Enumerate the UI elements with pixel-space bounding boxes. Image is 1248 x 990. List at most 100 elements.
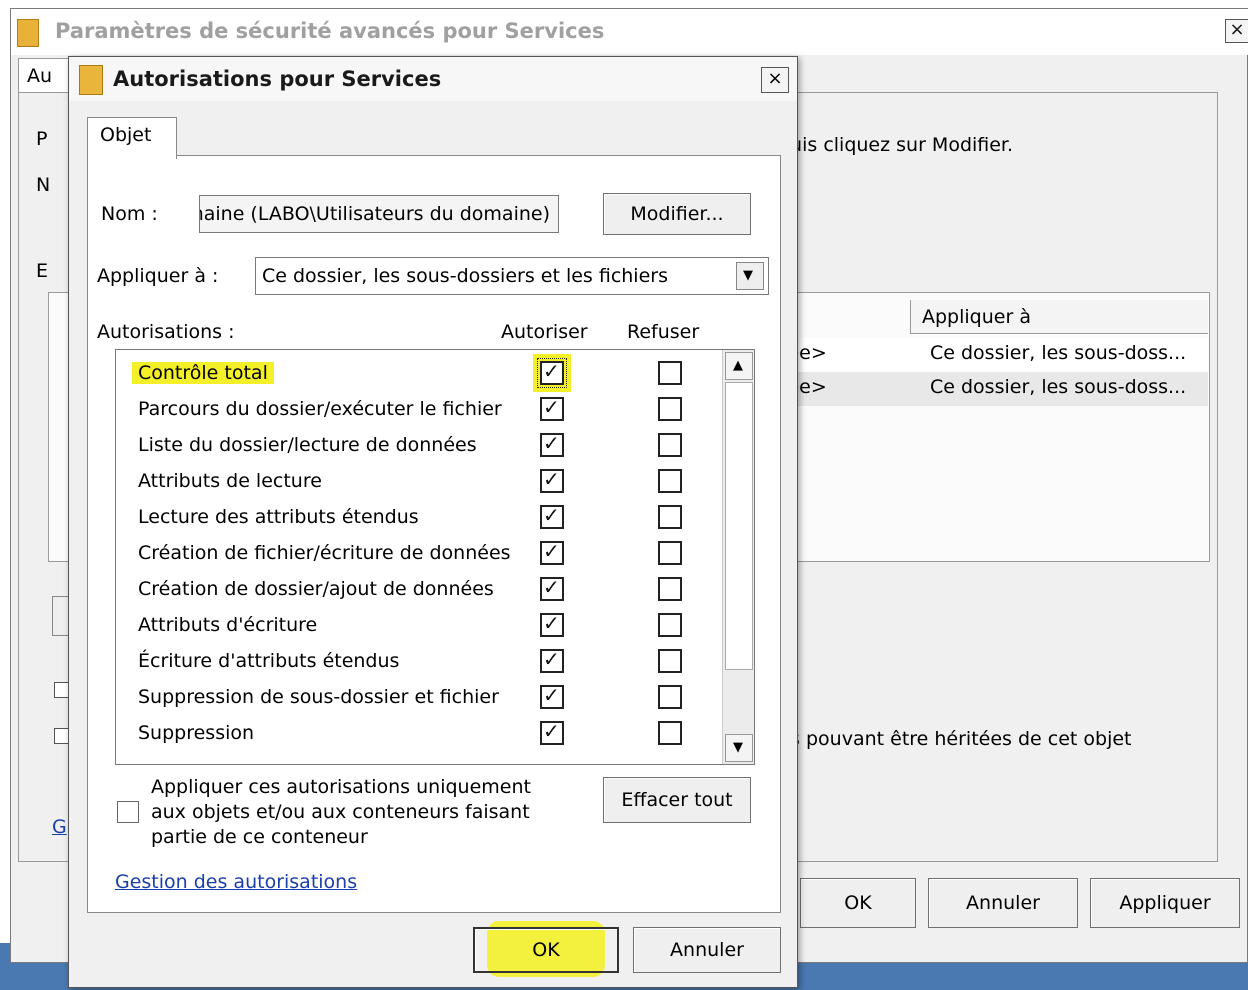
folder-icon [17, 19, 39, 47]
row-apply-to: Ce dossier, les sous-doss... [930, 376, 1187, 398]
scroll-down-button[interactable]: ▼ [725, 734, 753, 762]
scrollbar[interactable]: ▲ ▼ [722, 350, 754, 764]
deny-checkbox[interactable] [658, 577, 682, 601]
allow-checkbox[interactable]: ✓ [540, 647, 564, 673]
permission-row[interactable]: Création de dossier/ajout de données ✓ [116, 572, 726, 608]
back-tab-label: Au [27, 65, 53, 87]
check-icon: ✓ [543, 467, 560, 491]
clear-all-label: Effacer tout [621, 789, 733, 811]
deny-checkbox[interactable] [658, 721, 682, 745]
tab-objet[interactable]: Objet [87, 117, 177, 159]
allow-checkbox[interactable]: ✓ [540, 503, 564, 529]
clear-all-button[interactable]: Effacer tout [603, 777, 751, 823]
permissions-dialog: Autorisations pour Services × Objet Nom … [68, 56, 798, 988]
inherit-checkbox-label: ns pouvant être héritées de cet objet [778, 728, 1132, 750]
check-icon: ✓ [543, 647, 560, 671]
deny-checkbox[interactable] [658, 685, 682, 709]
permission-label: Création de dossier/ajout de données [138, 578, 494, 600]
allow-checkbox[interactable]: ✓ [540, 611, 564, 637]
deny-checkbox[interactable] [658, 433, 682, 457]
back-apply-label: Appliquer [1119, 892, 1211, 914]
column-deny: Refuser [627, 321, 700, 343]
name-field[interactable]: omaine (LABO\Utilisateurs du domaine) [199, 195, 559, 233]
deny-checkbox[interactable] [658, 397, 682, 421]
apply-only-label: Appliquer ces autorisations uniquement a… [151, 776, 531, 848]
permission-label: Écriture d'attributs étendus [138, 650, 400, 672]
check-icon: ✓ [543, 719, 560, 743]
check-icon: ✓ [543, 359, 560, 383]
check-icon: ✓ [543, 395, 560, 419]
back-instruction-text: puis cliquez sur Modifier. [778, 134, 1014, 156]
cancel-button[interactable]: Annuler [633, 927, 781, 973]
deny-checkbox[interactable] [658, 469, 682, 493]
apply-only-checkbox[interactable] [117, 801, 139, 823]
permission-label: Suppression de sous-dossier et fichier [138, 686, 499, 708]
deny-checkbox[interactable] [658, 613, 682, 637]
back-ok-button[interactable]: OK [800, 878, 916, 928]
allow-checkbox[interactable]: ✓ [540, 467, 564, 493]
check-icon: ✓ [543, 575, 560, 599]
allow-checkbox[interactable]: ✓ [540, 539, 564, 565]
permission-row[interactable]: Lecture des attributs étendus ✓ [116, 500, 726, 536]
allow-checkbox[interactable]: ✓ [540, 395, 564, 421]
permission-row[interactable]: Contrôle total ✓ [116, 356, 726, 392]
back-close-button[interactable]: × [1225, 19, 1248, 43]
permission-label: Parcours du dossier/exécuter le fichier [138, 398, 502, 420]
column-header-label: Appliquer à [922, 306, 1031, 328]
back-cancel-label: Annuler [966, 892, 1040, 914]
deny-checkbox[interactable] [658, 541, 682, 565]
column-allow: Autoriser [501, 321, 588, 343]
back-text-fragment-n: N [36, 174, 51, 196]
name-value: omaine (LABO\Utilisateurs du domaine) [199, 203, 550, 225]
back-window-title: Paramètres de sécurité avancés pour Serv… [55, 19, 605, 43]
permission-row[interactable]: Création de fichier/écriture de données ✓ [116, 536, 726, 572]
check-icon: ✓ [543, 611, 560, 635]
back-link-fragment[interactable]: G [52, 816, 67, 838]
dropdown-button[interactable]: ▼ [736, 262, 764, 290]
deny-checkbox[interactable] [658, 505, 682, 529]
chevron-up-icon: ▲ [733, 358, 743, 373]
dialog-close-button[interactable]: × [761, 67, 789, 93]
check-icon: ✓ [543, 431, 560, 455]
chevron-down-icon: ▼ [743, 268, 753, 283]
permission-row[interactable]: Parcours du dossier/exécuter le fichier ✓ [116, 392, 726, 428]
back-apply-button[interactable]: Appliquer [1090, 878, 1240, 928]
permission-row[interactable]: Attributs d'écriture ✓ [116, 608, 726, 644]
ok-button-label: OK [532, 939, 560, 961]
allow-checkbox[interactable]: ✓ [537, 358, 567, 388]
deny-checkbox[interactable] [658, 361, 682, 385]
check-icon: ✓ [543, 503, 560, 527]
row-apply-to: Ce dossier, les sous-doss... [930, 342, 1187, 364]
permission-label: Liste du dossier/lecture de données [138, 434, 477, 456]
modify-button-label: Modifier... [630, 203, 724, 225]
allow-checkbox[interactable]: ✓ [540, 431, 564, 457]
allow-checkbox[interactable]: ✓ [540, 575, 564, 601]
manage-permissions-link[interactable]: Gestion des autorisations [115, 871, 357, 893]
scroll-thumb[interactable] [725, 382, 753, 670]
table-row[interactable]: tée> Ce dossier, les sous-doss... [780, 338, 1208, 372]
modify-button[interactable]: Modifier... [603, 193, 751, 235]
permission-label: Lecture des attributs étendus [138, 506, 419, 528]
scroll-up-button[interactable]: ▲ [725, 352, 753, 380]
tab-objet-label: Objet [100, 124, 152, 146]
back-text-fragment-e: E [36, 260, 49, 282]
table-row[interactable]: tée> Ce dossier, les sous-doss... [780, 372, 1208, 406]
permission-label: Contrôle total [132, 362, 274, 384]
ok-button[interactable]: OK [473, 927, 619, 973]
allow-checkbox[interactable]: ✓ [540, 683, 564, 709]
permissions-list[interactable]: Contrôle total ✓ Parcours du dossier/exécu… [115, 349, 755, 765]
permission-row[interactable]: Écriture d'attributs étendus ✓ [116, 644, 726, 680]
dialog-title-bar: Autorisations pour Services × [69, 57, 797, 101]
permission-row[interactable]: Liste du dossier/lecture de données ✓ [116, 428, 726, 464]
apply-to-select[interactable]: Ce dossier, les sous-dossiers et les fic… [255, 257, 769, 295]
check-icon: ✓ [543, 539, 560, 563]
back-title-bar: Paramètres de sécurité avancés pour Serv… [11, 9, 1248, 55]
back-cancel-button[interactable]: Annuler [928, 878, 1078, 928]
deny-checkbox[interactable] [658, 649, 682, 673]
permission-label: Attributs d'écriture [138, 614, 318, 636]
permission-row[interactable]: Suppression ✓ [116, 716, 726, 752]
permission-row[interactable]: Suppression de sous-dossier et fichier ✓ [116, 680, 726, 716]
allow-checkbox[interactable]: ✓ [540, 719, 564, 745]
folder-icon [79, 65, 103, 95]
permission-row[interactable]: Attributs de lecture ✓ [116, 464, 726, 500]
